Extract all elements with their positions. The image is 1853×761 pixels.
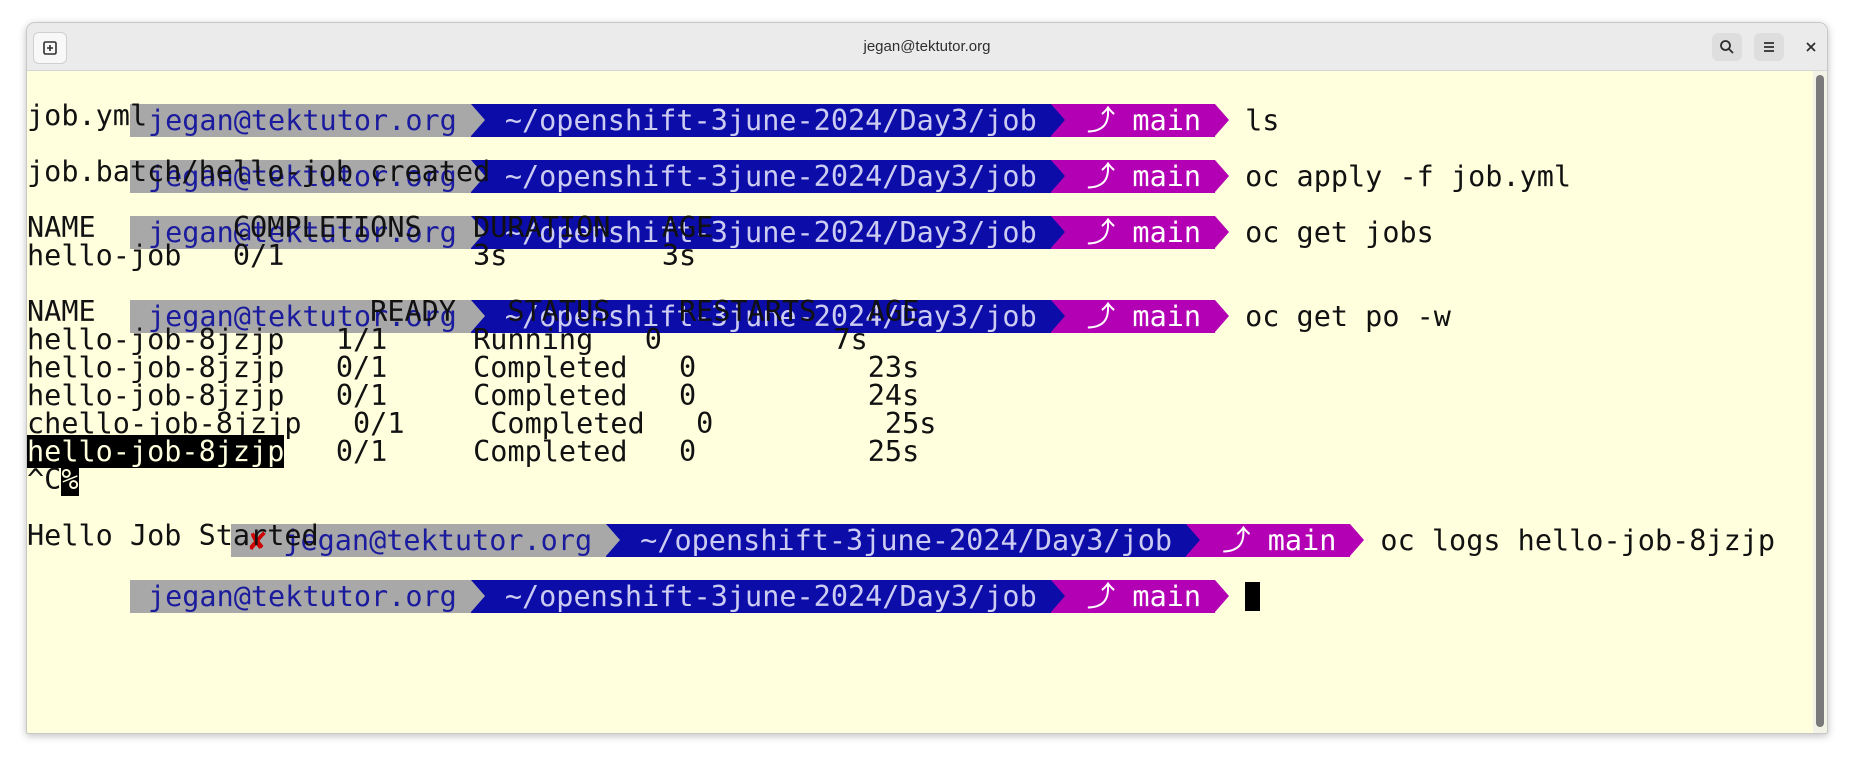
branch-name: main [1132,216,1202,249]
scrollbar-thumb[interactable] [1816,75,1824,727]
hamburger-menu-icon [1764,42,1774,52]
close-button[interactable] [1796,33,1826,61]
interrupt-text: ^C [27,463,62,496]
prompt-line: jegan@tektutor.org ~/openshift-3june-2024… [27,71,1279,137]
separator-arrow-icon [1215,300,1230,332]
git-branch-icon: ⤴ [1086,580,1116,613]
prompt-user: jegan@tektutor.org [129,580,471,613]
terminal-output[interactable]: jegan@tektutor.org ~/openshift-3june-2024… [27,71,1813,733]
command-text: oc get po -w [1245,300,1451,333]
output-text: 0/1 Completed 0 25s [284,435,920,468]
branch-name: main [1132,580,1202,613]
separator-arrow-icon [1050,300,1065,332]
command-text: oc get jobs [1245,216,1434,249]
command-input[interactable] [1229,580,1261,613]
search-button[interactable] [1712,33,1742,61]
menu-button[interactable] [1754,33,1784,61]
search-icon [1720,40,1734,54]
separator-arrow-icon [1215,216,1230,248]
scrollbar[interactable] [1813,71,1827,733]
output-line: hello-job-8jzjp 0/1 Completed 0 25s [27,435,919,468]
prompt-git: ⤴ main [1064,216,1216,249]
git-branch-icon: ⤴ [1086,300,1116,333]
close-icon [1806,42,1816,52]
output-line: ^C% [27,463,79,496]
git-branch-icon: ⤴ [1086,216,1116,249]
prompt-git: ⤴ main [1064,580,1216,613]
branch-name: main [1267,524,1337,557]
separator-arrow-icon [1215,580,1230,612]
window-title: jegan@tektutor.org [863,38,991,55]
separator-arrow-icon [470,580,485,612]
separator-arrow-icon [1350,524,1365,556]
text-cursor [1245,582,1261,611]
command-text: oc logs hello-job-8jzjp [1380,524,1776,557]
prompt-line: ✘ jegan@tektutor.org ~/openshift-3june-20… [128,491,1775,557]
separator-arrow-icon [1050,580,1065,612]
prompt-path: ~/openshift-3june-2024/Day3/job [484,580,1051,613]
percent-marker: % [61,463,79,496]
title-bar: jegan@tektutor.org [27,23,1827,71]
terminal-window: jegan@tektutor.org jegan@tektutor.org ~/o… [26,22,1828,734]
separator-arrow-icon [1050,216,1065,248]
prompt-line: jegan@tektutor.org ~/openshift-3june-2024… [27,547,1261,613]
prompt-git: ⤴ main [1064,300,1216,333]
branch-name: main [1132,300,1202,333]
